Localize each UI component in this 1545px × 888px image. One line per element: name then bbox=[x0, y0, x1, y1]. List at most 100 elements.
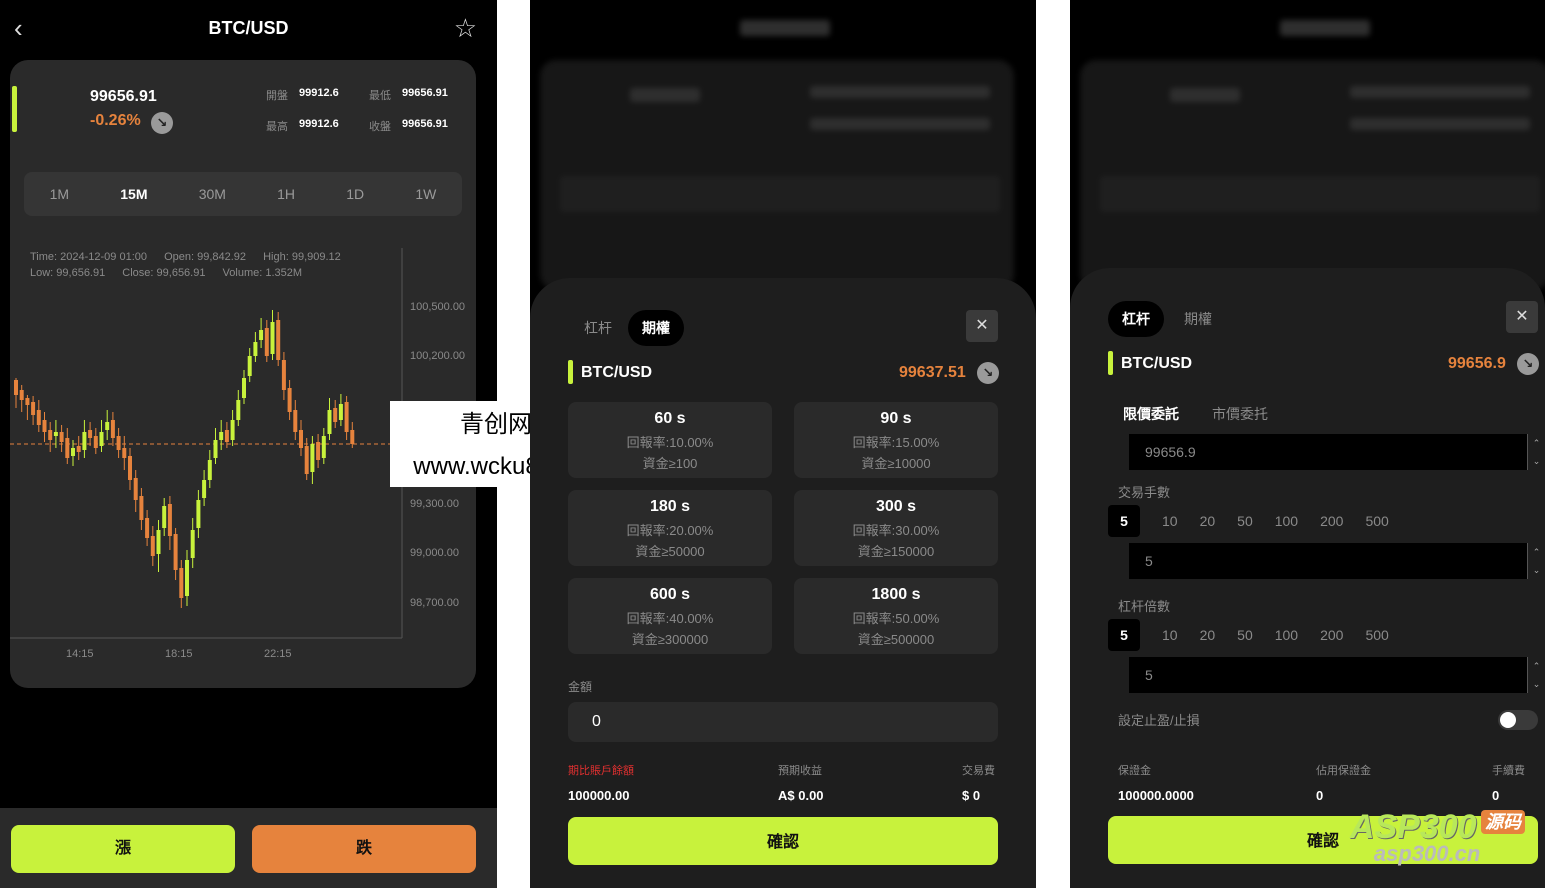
tab-leverage[interactable]: 杠杆 bbox=[1108, 301, 1164, 337]
option-60s[interactable]: 60 s 回報率:10.00% 資金≥100 bbox=[568, 402, 772, 478]
candle-body bbox=[71, 448, 75, 456]
leverage-chips: 5 10 20 50 100 200 500 bbox=[1108, 619, 1411, 651]
option-180s[interactable]: 180 s 回報率:20.00% 資金≥50000 bbox=[568, 490, 772, 566]
leverage-screen: 杠杆 期權 ✕ BTC/USD 99656.9 ↘ 限價委託 市價委托 9965… bbox=[1070, 0, 1545, 888]
trend-down-icon: ↘ bbox=[977, 362, 999, 384]
dimmed-stats-2 bbox=[810, 118, 990, 130]
limit-price-stepper[interactable]: ⌃ ⌄ bbox=[1527, 434, 1545, 470]
lots-chip-200[interactable]: 200 bbox=[1320, 513, 1343, 529]
used-margin-value: 0 bbox=[1316, 788, 1324, 803]
option-90s[interactable]: 90 s 回報率:15.00% 資金≥10000 bbox=[794, 402, 998, 478]
leverage-stepper[interactable]: ⌃ ⌄ bbox=[1527, 657, 1545, 693]
lots-chip-5[interactable]: 5 bbox=[1108, 505, 1140, 537]
leverage-input[interactable]: 5 bbox=[1129, 657, 1527, 693]
lots-chip-100[interactable]: 100 bbox=[1275, 513, 1298, 529]
candle-body bbox=[179, 568, 184, 598]
leverage-chip-5[interactable]: 5 bbox=[1108, 619, 1140, 651]
dimmed-timeframes bbox=[560, 176, 1000, 212]
lots-chip-20[interactable]: 20 bbox=[1200, 513, 1216, 529]
tab-leverage[interactable]: 杠杆 bbox=[570, 310, 626, 346]
symbol-label: BTC/USD bbox=[581, 364, 653, 381]
leverage-chip-50[interactable]: 50 bbox=[1237, 627, 1253, 643]
candle-body bbox=[167, 504, 172, 536]
tab-options[interactable]: 期權 bbox=[628, 310, 684, 346]
watermark-asp300: ASP300 源码 asp300.cn bbox=[1350, 808, 1525, 867]
dimmed-timeframes bbox=[1100, 176, 1540, 212]
amount-label: 金額 bbox=[568, 680, 593, 694]
option-time: 1800 s bbox=[871, 586, 921, 603]
accent-bar bbox=[1108, 351, 1113, 375]
candle-body bbox=[247, 356, 252, 376]
lots-chips: 5 10 20 50 100 200 500 bbox=[1108, 505, 1411, 537]
leverage-chip-500[interactable]: 500 bbox=[1365, 627, 1388, 643]
tab-options[interactable]: 期權 bbox=[1170, 301, 1226, 337]
option-time: 600 s bbox=[649, 586, 691, 603]
candle-body bbox=[253, 342, 258, 356]
options-screen: 杠杆 期權 ✕ BTC/USD 99637.51 ↘ 60 s 回報率:10.0… bbox=[530, 0, 1036, 888]
candle-body bbox=[287, 388, 292, 412]
candle-body bbox=[293, 410, 298, 432]
lots-chip-50[interactable]: 50 bbox=[1237, 513, 1253, 529]
option-300s[interactable]: 300 s 回報率:30.00% 資金≥150000 bbox=[794, 490, 998, 566]
option-rate: 回報率:40.00% bbox=[626, 611, 714, 626]
lots-input[interactable]: 5 bbox=[1129, 543, 1527, 579]
candle-body bbox=[128, 456, 132, 480]
candle-body bbox=[190, 530, 195, 558]
candle-body bbox=[173, 534, 178, 570]
dimmed-title bbox=[1280, 20, 1370, 36]
dimmed-price bbox=[630, 88, 700, 102]
sell-down-button[interactable]: 跌 bbox=[252, 825, 476, 873]
lots-chip-500[interactable]: 500 bbox=[1365, 513, 1388, 529]
fee-value: 0 bbox=[1492, 788, 1500, 803]
candle-body bbox=[344, 402, 349, 432]
tpsl-toggle[interactable] bbox=[1498, 710, 1538, 730]
candle-body bbox=[270, 322, 275, 354]
option-time: 300 s bbox=[875, 498, 917, 515]
candle-body bbox=[259, 330, 264, 340]
lots-stepper[interactable]: ⌃ ⌄ bbox=[1527, 543, 1545, 579]
close-icon[interactable]: ✕ bbox=[966, 310, 998, 342]
option-min: 資金≥10000 bbox=[861, 456, 931, 471]
used-margin-label: 佔用保證金 bbox=[1316, 765, 1371, 777]
fee-label: 手續費 bbox=[1492, 765, 1525, 777]
expected-profit-label: 預期收益 bbox=[778, 765, 822, 777]
option-600s[interactable]: 600 s 回報率:40.00% 資金≥300000 bbox=[568, 578, 772, 654]
dimmed-background bbox=[530, 0, 1036, 300]
close-icon[interactable]: ✕ bbox=[1506, 301, 1538, 333]
leverage-chip-100[interactable]: 100 bbox=[1275, 627, 1298, 643]
tab-market-order[interactable]: 市價委托 bbox=[1212, 404, 1268, 424]
star-icon[interactable]: ☆ bbox=[454, 14, 477, 42]
candle-body bbox=[310, 444, 315, 472]
candle-body bbox=[213, 440, 218, 458]
margin-value: 100000.0000 bbox=[1118, 788, 1194, 803]
candle-body bbox=[156, 530, 161, 554]
leverage-chip-10[interactable]: 10 bbox=[1162, 627, 1178, 643]
dimmed-price bbox=[1170, 88, 1240, 102]
candle-body bbox=[207, 460, 212, 480]
x-tick-1815: 18:15 bbox=[165, 648, 193, 660]
candle-body bbox=[76, 446, 81, 452]
candle-body bbox=[48, 430, 53, 440]
expected-profit-value: A$ 0.00 bbox=[778, 788, 824, 803]
option-1800s[interactable]: 1800 s 回報率:50.00% 資金≥500000 bbox=[794, 578, 998, 654]
candle-body bbox=[236, 400, 241, 420]
option-time: 90 s bbox=[880, 410, 912, 427]
candle-body bbox=[82, 432, 87, 450]
candle-body bbox=[36, 410, 41, 425]
leverage-chip-200[interactable]: 200 bbox=[1320, 627, 1343, 643]
limit-price-input[interactable]: 99656.9 bbox=[1129, 434, 1527, 470]
options-sheet: 杠杆 期權 ✕ BTC/USD 99637.51 ↘ 60 s 回報率:10.0… bbox=[530, 278, 1036, 888]
candle-body bbox=[122, 448, 127, 458]
option-min: 資金≥150000 bbox=[857, 544, 935, 559]
symbol-label: BTC/USD bbox=[1121, 355, 1193, 372]
amount-input[interactable]: 0 bbox=[568, 702, 998, 742]
option-min: 資金≥500000 bbox=[857, 632, 935, 647]
tab-limit-order[interactable]: 限價委託 bbox=[1123, 404, 1179, 424]
buy-up-button[interactable]: 漲 bbox=[11, 825, 235, 873]
leverage-chip-20[interactable]: 20 bbox=[1200, 627, 1216, 643]
y-tick-100500: 100,500.00 bbox=[410, 301, 465, 313]
confirm-button[interactable]: 確認 bbox=[568, 817, 998, 865]
candle-body bbox=[133, 478, 138, 500]
watermark-domain: asp300.cn bbox=[1373, 841, 1481, 866]
lots-chip-10[interactable]: 10 bbox=[1162, 513, 1178, 529]
